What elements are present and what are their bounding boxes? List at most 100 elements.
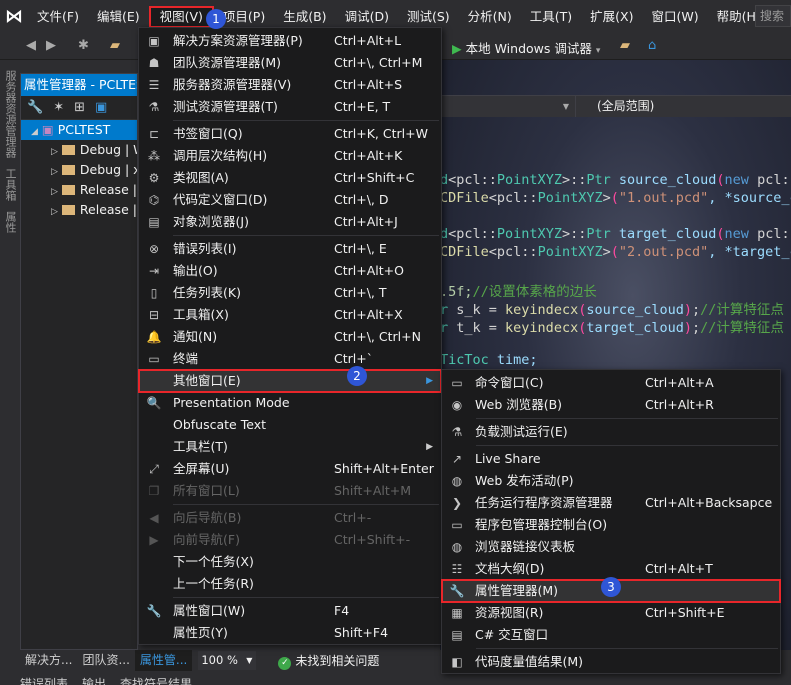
menu-item[interactable]: ⊟ 工具箱(X) Ctrl+Alt+X [139, 304, 441, 326]
search-input[interactable]: 搜索 [755, 5, 791, 27]
menu-item[interactable]: ⚙ 类视图(A) Ctrl+Shift+C [139, 167, 441, 189]
menu-item[interactable]: ⁂ 调用层次结构(H) Ctrl+Alt+K [139, 145, 441, 167]
menu-9[interactable]: 扩展(X) [581, 6, 642, 28]
code-line: d<pcl::PointXYZ>::Ptr source_cloud(new p… [440, 172, 791, 188]
menu-item[interactable]: ◍ 浏览器链接仪表板 [442, 536, 780, 558]
menu-item[interactable]: Obfuscate Text [139, 414, 441, 436]
menu-item[interactable]: 🔧 属性窗口(W) F4 [139, 600, 441, 622]
menu-item-shortcut: Ctrl+Shift+E [645, 605, 725, 620]
tree-config-item[interactable]: ▷ Debug | x [21, 160, 137, 180]
tab-find-symbol-results[interactable]: 查找符号结果 [120, 673, 192, 685]
menu-8[interactable]: 工具(T) [521, 6, 581, 28]
wrench-icon[interactable]: 🔧 [27, 100, 43, 115]
issues-status[interactable]: ✓ 未找到相关问题 [278, 652, 379, 670]
tree-config-item[interactable]: ▷ Release | [21, 200, 137, 220]
menu-item[interactable]: ☰ 服务器资源管理器(V) Ctrl+Alt+S [139, 74, 441, 96]
menu-10[interactable]: 窗口(W) [642, 6, 707, 28]
zoom-dropdown[interactable]: 100 % ▼ [198, 651, 257, 670]
menu-item[interactable]: ◍ Web 发布活动(P) [442, 470, 780, 492]
menu-item[interactable]: ▣ 解决方案资源管理器(P) Ctrl+Alt+L [139, 30, 441, 52]
find-icon[interactable]: ▰ [620, 38, 630, 53]
menu-item[interactable]: ▭ 程序包管理器控制台(O) [442, 514, 780, 536]
menu-item[interactable]: ▭ 命令窗口(C) Ctrl+Alt+A [442, 372, 780, 394]
tab-server-explorer[interactable]: 服务器资源管理器 [2, 70, 18, 158]
tab-property-manager[interactable]: 属性管... [134, 650, 193, 671]
menu-item[interactable]: ↗ Live Share [442, 448, 780, 470]
member-dropdown[interactable]: ▼ [440, 96, 576, 117]
tree-config-item[interactable]: ▷Debug | W [21, 140, 137, 160]
menu-item[interactable]: ⊏ 书签窗口(Q) Ctrl+K, Ctrl+W [139, 123, 441, 145]
menu-item[interactable]: ⊗ 错误列表(I) Ctrl+\, E [139, 238, 441, 260]
menu-item-label: Presentation Mode [173, 395, 290, 410]
menu-item[interactable]: 🔔 通知(N) Ctrl+\, Ctrl+N [139, 326, 441, 348]
menu-item[interactable]: 其他窗口(E) ▶ [138, 369, 442, 393]
menu-item[interactable]: 🔍 Presentation Mode [139, 392, 441, 414]
menu-item[interactable]: ⚗ 负载测试运行(E) [442, 421, 780, 443]
tab-error-list[interactable]: 错误列表 [20, 673, 68, 685]
wrench-icon: 🔧 [146, 604, 162, 618]
menu-item[interactable]: ◉ Web 浏览器(B) Ctrl+Alt+R [442, 394, 780, 416]
menu-item-shortcut: Ctrl+\, E [334, 241, 387, 256]
menu-item-label: 下一个任务(X) [173, 554, 254, 569]
back-icon[interactable]: ◀ [26, 38, 36, 53]
visual-studio-logo-icon[interactable]: ⋈ [0, 0, 28, 33]
menu-item[interactable]: ❯ 任务运行程序资源管理器 Ctrl+Alt+Backsapce [442, 492, 780, 514]
home-icon[interactable]: ⌂ [648, 38, 656, 53]
menu-item[interactable]: ❐ 所有窗口(L) Shift+Alt+M [139, 480, 441, 502]
save-icon[interactable]: ▣ [95, 100, 107, 115]
code-token: t_k = [448, 320, 506, 336]
terminal-icon: ▭ [148, 352, 160, 366]
menu-item-label: 所有窗口(L) [173, 483, 240, 498]
menu-item[interactable]: ▤ 对象浏览器(J) Ctrl+Alt+J [139, 211, 441, 233]
menu-item[interactable]: ⚗ 测试资源管理器(T) Ctrl+E, T [139, 96, 441, 118]
tree-root[interactable]: ◢ ▣ PCLTEST [21, 120, 137, 140]
menu-item-shortcut: Ctrl+K, Ctrl+W [334, 126, 428, 141]
add-new-property-sheet-icon[interactable]: ✶ [53, 100, 64, 115]
menu-6[interactable]: 测试(S) [398, 6, 459, 28]
menu-item[interactable]: ▭ 终端 Ctrl+` [139, 348, 441, 370]
menu-item[interactable]: ▦ 资源视图(R) Ctrl+Shift+E [442, 602, 780, 624]
tab-toolbox[interactable]: 工具箱 [2, 168, 18, 201]
menu-item[interactable]: 上一个任务(R) [139, 573, 441, 595]
menu-item[interactable]: ▶ 向前导航(F) Ctrl+Shift+- [139, 529, 441, 551]
error-list-icon: ⊗ [148, 242, 160, 256]
menu-item[interactable]: 下一个任务(X) [139, 551, 441, 573]
menu-item[interactable]: ◧ 代码度量值结果(M) [442, 651, 780, 673]
add-existing-property-sheet-icon[interactable]: ⊞ [74, 100, 85, 115]
open-folder-icon[interactable]: ▰ [110, 38, 120, 53]
menu-item-shortcut: Ctrl+Alt+J [334, 214, 398, 229]
menu-item-shortcut: Ctrl+\, D [334, 192, 389, 207]
menu-7[interactable]: 分析(N) [459, 6, 521, 28]
start-debugger-button[interactable]: ▶ 本地 Windows 调试器 ▾ [452, 38, 600, 57]
menu-item[interactable]: ▤ C# 交互窗口 [442, 624, 780, 646]
tab-properties[interactable]: 属性 [2, 211, 18, 233]
menu-item[interactable]: ⤢ 全屏幕(U) Shift+Alt+Enter [139, 458, 441, 480]
scope-dropdown[interactable]: (全局范围) [577, 96, 791, 117]
folder-icon [61, 165, 75, 175]
menu-4[interactable]: 生成(B) [274, 6, 335, 28]
forward-icon[interactable]: ▶ [46, 38, 56, 53]
menu-0[interactable]: 文件(F) [28, 6, 88, 28]
tree-config-item[interactable]: ▷ Release | [21, 180, 137, 200]
new-project-icon[interactable]: ✱ [78, 38, 89, 53]
menu-item-label: 文档大纲(D) [475, 561, 545, 576]
menu-item[interactable]: 工具栏(T) ▶ [139, 436, 441, 458]
menu-1[interactable]: 编辑(E) [88, 6, 149, 28]
tab-output[interactable]: 输出 [82, 673, 106, 685]
menu-5[interactable]: 调试(D) [336, 6, 398, 28]
menu-item[interactable]: ⇥ 输出(O) Ctrl+Alt+O [139, 260, 441, 282]
submenu-arrow-icon: ▶ [426, 376, 433, 386]
menu-item[interactable]: ☗ 团队资源管理器(M) Ctrl+\, Ctrl+M [139, 52, 441, 74]
menu-2[interactable]: 视图(V) [148, 5, 214, 28]
menu-item[interactable]: ◀ 向后导航(B) Ctrl+- [139, 507, 441, 529]
tab-solution-explorer[interactable]: 解决方... [20, 650, 77, 671]
code-token: , *source_c [708, 190, 791, 206]
menu-item[interactable]: 属性页(Y) Shift+F4 [139, 622, 441, 644]
menu-item[interactable]: ⌬ 代码定义窗口(D) Ctrl+\, D [139, 189, 441, 211]
browser-link-icon: ◍ [451, 540, 463, 554]
document-outline-icon: ☷ [451, 562, 463, 576]
step-badge-1: 1 [206, 9, 226, 29]
code-token: <pcl:: [448, 172, 497, 188]
menu-item[interactable]: ▯ 任务列表(K) Ctrl+\, T [139, 282, 441, 304]
tab-team-explorer[interactable]: 团队资... [77, 650, 134, 671]
